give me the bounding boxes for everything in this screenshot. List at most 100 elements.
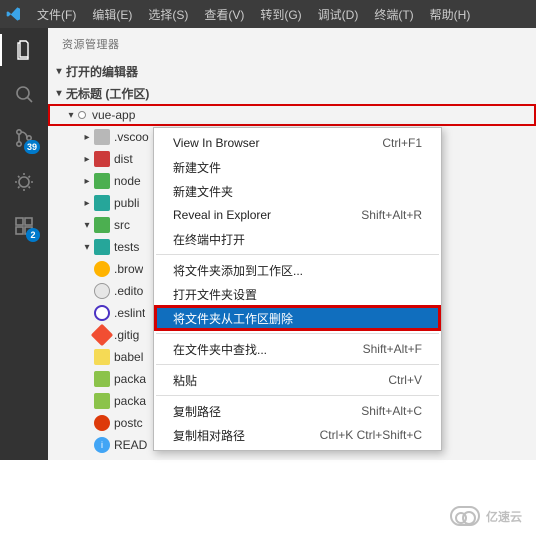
file-icon xyxy=(94,393,110,409)
activity-bar: 39 2 xyxy=(0,28,48,460)
chevron-icon: ▸ xyxy=(80,176,94,187)
context-menu: View In BrowserCtrl+F1新建文件新建文件夹Reveal in… xyxy=(153,127,442,451)
tree-item-label: .eslint xyxy=(114,306,145,320)
context-menu-item[interactable]: 打开文件夹设置 xyxy=(155,282,440,306)
chevron-icon: ▾ xyxy=(80,220,94,231)
chevron-icon: ▾ xyxy=(80,242,94,253)
extensions-badge: 2 xyxy=(26,228,40,242)
open-editors-label: 打开的编辑器 xyxy=(66,63,138,80)
tree-item-label: publi xyxy=(114,196,139,210)
modified-dot-icon xyxy=(78,111,86,119)
context-menu-label: 打开文件夹设置 xyxy=(173,286,257,303)
file-icon xyxy=(94,349,110,365)
search-icon[interactable] xyxy=(10,80,38,108)
tree-root-label: vue-app xyxy=(92,108,135,122)
menu-help[interactable]: 帮助(H) xyxy=(423,3,478,26)
context-menu-item[interactable]: 将文件夹从工作区删除 xyxy=(155,306,440,330)
context-menu-item[interactable]: View In Browser Ctrl+F1 xyxy=(155,131,440,155)
file-icon xyxy=(94,305,110,321)
context-menu-label: 复制相对路径 xyxy=(173,427,245,444)
explorer-icon[interactable] xyxy=(10,36,38,64)
watermark-text: 亿速云 xyxy=(486,508,522,525)
sidebar-title: 资源管理器 xyxy=(48,28,536,60)
file-icon xyxy=(94,283,110,299)
extensions-icon[interactable]: 2 xyxy=(10,212,38,240)
context-menu-label: 粘贴 xyxy=(173,372,197,389)
context-menu-label: 在文件夹中查找... xyxy=(173,341,267,358)
workspace-label: 无标题 (工作区) xyxy=(66,85,149,102)
context-menu-item[interactable]: 在文件夹中查找... Shift+Alt+F xyxy=(155,337,440,361)
open-editors-header[interactable]: ▾ 打开的编辑器 xyxy=(48,60,536,82)
menu-separator xyxy=(156,333,439,334)
context-menu-item[interactable]: 粘贴 Ctrl+V xyxy=(155,368,440,392)
chevron-down-icon: ▾ xyxy=(52,66,66,77)
context-menu-label: 新建文件 xyxy=(173,159,221,176)
context-menu-label: 将文件夹从工作区删除 xyxy=(173,310,293,327)
tree-item-label: postc xyxy=(114,416,143,430)
file-icon xyxy=(94,371,110,387)
menu-separator xyxy=(156,395,439,396)
tree-item-label: .gitig xyxy=(114,328,139,342)
debug-icon[interactable] xyxy=(10,168,38,196)
chevron-down-icon: ▾ xyxy=(64,110,78,121)
context-menu-shortcut: Shift+Alt+C xyxy=(361,404,422,418)
file-icon xyxy=(94,415,110,431)
chevron-icon: ▸ xyxy=(80,198,94,209)
scm-badge: 39 xyxy=(24,140,40,154)
workspace-header[interactable]: ▾ 无标题 (工作区) xyxy=(48,82,536,104)
chevron-icon: ▸ xyxy=(80,154,94,165)
menu-file[interactable]: 文件(F) xyxy=(30,3,83,26)
menubar: 文件(F) 编辑(E) 选择(S) 查看(V) 转到(G) 调试(D) 终端(T… xyxy=(0,0,536,28)
file-icon xyxy=(94,195,110,211)
watermark: 亿速云 xyxy=(450,506,522,526)
tree-item-label: .edito xyxy=(114,284,143,298)
menu-separator xyxy=(156,364,439,365)
context-menu-item[interactable]: 复制路径 Shift+Alt+C xyxy=(155,399,440,423)
file-icon xyxy=(94,327,110,343)
tree-item-label: src xyxy=(114,218,130,232)
context-menu-label: Reveal in Explorer xyxy=(173,208,271,222)
file-icon xyxy=(94,239,110,255)
context-menu-shortcut: Shift+Alt+F xyxy=(363,342,422,356)
menu-edit[interactable]: 编辑(E) xyxy=(85,3,139,26)
context-menu-item[interactable]: Reveal in Explorer Shift+Alt+R xyxy=(155,203,440,227)
tree-item-label: tests xyxy=(114,240,139,254)
scm-icon[interactable]: 39 xyxy=(10,124,38,152)
menu-debug[interactable]: 调试(D) xyxy=(311,3,366,26)
file-icon xyxy=(94,261,110,277)
menu-separator xyxy=(156,254,439,255)
context-menu-label: 将文件夹添加到工作区... xyxy=(173,262,303,279)
vscode-logo-icon xyxy=(6,6,22,22)
context-menu-shortcut: Ctrl+K Ctrl+Shift+C xyxy=(320,428,422,442)
file-icon xyxy=(94,173,110,189)
context-menu-shortcut: Ctrl+F1 xyxy=(382,136,422,150)
menu-selection[interactable]: 选择(S) xyxy=(141,3,195,26)
file-icon xyxy=(94,217,110,233)
context-menu-shortcut: Shift+Alt+R xyxy=(361,208,422,222)
file-icon xyxy=(94,129,110,145)
tree-item-label: .vscoo xyxy=(114,130,149,144)
menu-view[interactable]: 查看(V) xyxy=(197,3,251,26)
context-menu-item[interactable]: 新建文件 xyxy=(155,155,440,179)
tree-item-label: READ xyxy=(114,438,147,452)
file-icon: i xyxy=(94,437,110,453)
context-menu-item[interactable]: 在终端中打开 xyxy=(155,227,440,251)
menu-goto[interactable]: 转到(G) xyxy=(253,3,308,26)
cloud-icon xyxy=(450,506,480,526)
chevron-down-icon: ▾ xyxy=(52,88,66,99)
context-menu-label: 在终端中打开 xyxy=(173,231,245,248)
tree-item-label: packa xyxy=(114,372,146,386)
tree-item-label: .brow xyxy=(114,262,143,276)
tree-root-vue-app[interactable]: ▾ vue-app xyxy=(48,104,536,126)
tree-item-label: dist xyxy=(114,152,133,166)
menu-terminal[interactable]: 终端(T) xyxy=(367,3,420,26)
context-menu-shortcut: Ctrl+V xyxy=(388,373,422,387)
tree-root-vue-demo[interactable]: ▸ vue-demo xyxy=(48,456,536,460)
tree-item-label: babel xyxy=(114,350,143,364)
context-menu-label: 复制路径 xyxy=(173,403,221,420)
context-menu-item[interactable]: 复制相对路径 Ctrl+K Ctrl+Shift+C xyxy=(155,423,440,447)
chevron-icon: ▸ xyxy=(80,132,94,143)
context-menu-item[interactable]: 新建文件夹 xyxy=(155,179,440,203)
context-menu-label: View In Browser xyxy=(173,136,259,150)
context-menu-item[interactable]: 将文件夹添加到工作区... xyxy=(155,258,440,282)
